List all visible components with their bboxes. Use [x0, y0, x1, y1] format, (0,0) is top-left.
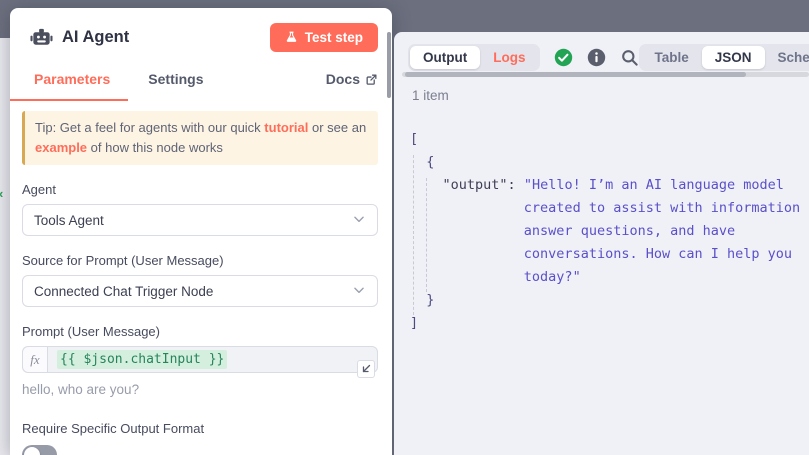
agent-select[interactable]: Tools Agent	[22, 204, 378, 236]
robot-icon	[30, 26, 53, 49]
prompt-source-select[interactable]: Connected Chat Trigger Node	[22, 275, 378, 307]
prompt-expression-input[interactable]: fx {{ $json.chatInput }}	[22, 346, 378, 373]
json-output-view: [ { "output": "Hello! I’m an AI language…	[410, 128, 809, 455]
expression-token: {{ $json.chatInput }}	[57, 350, 227, 369]
output-panel: Output Logs Table JSON Schema	[394, 32, 809, 455]
node-title: AI Agent	[62, 28, 270, 47]
horizontal-scrollbar	[402, 72, 809, 77]
node-settings-panel: AI Agent Test step Parameters Settings D…	[10, 8, 392, 455]
card-vertical-scrollbar[interactable]	[387, 32, 391, 98]
tab-output[interactable]: Output	[410, 46, 480, 69]
output-format-toggle[interactable]	[22, 445, 57, 455]
test-step-button[interactable]: Test step	[270, 23, 378, 52]
resolved-expression-hint: hello, who are you?	[22, 382, 378, 397]
output-panel-header: Output Logs Table JSON Schema	[408, 44, 795, 71]
tab-json[interactable]: JSON	[702, 46, 765, 69]
success-check-icon	[554, 48, 573, 67]
chevron-down-icon	[352, 212, 366, 229]
tab-table[interactable]: Table	[641, 46, 701, 69]
tab-parameters[interactable]: Parameters	[34, 71, 110, 87]
horizontal-scrollbar-thumb[interactable]	[405, 72, 746, 77]
tab-settings[interactable]: Settings	[148, 71, 203, 87]
info-icon[interactable]	[587, 48, 606, 67]
toggle-knob	[24, 447, 40, 455]
expand-expression-button[interactable]	[357, 360, 375, 378]
tip-callout: Tip: Get a feel for agents with our quic…	[22, 111, 378, 165]
tab-logs[interactable]: Logs	[480, 46, 538, 69]
docs-link[interactable]: Docs	[326, 71, 378, 87]
indent-guide	[426, 178, 427, 292]
output-format-label: Require Specific Output Format	[22, 421, 378, 436]
external-link-icon	[365, 73, 378, 86]
canvas-edge-strip: ‹	[0, 38, 10, 455]
json-code: [ { "output": "Hello! I’m an AI language…	[410, 128, 809, 335]
items-count: 1 item	[412, 88, 449, 103]
result-mode-switch: Output Logs	[408, 44, 540, 71]
agent-field-label: Agent	[22, 182, 378, 197]
view-mode-switch: Table JSON Schema	[639, 44, 809, 71]
node-header: AI Agent Test step	[22, 22, 378, 52]
prompt-source-label: Source for Prompt (User Message)	[22, 253, 378, 268]
flask-icon	[285, 30, 298, 44]
node-tabs: Parameters Settings Docs	[22, 66, 378, 92]
active-tab-underline	[10, 99, 128, 102]
example-link[interactable]: example	[35, 140, 87, 155]
prompt-field-label: Prompt (User Message)	[22, 324, 378, 339]
fx-badge: fx	[23, 347, 48, 372]
tab-schema[interactable]: Schema	[765, 46, 809, 69]
input-connection-icon: ‹	[0, 186, 3, 201]
search-icon[interactable]	[620, 48, 639, 67]
tutorial-link[interactable]: tutorial	[264, 120, 308, 135]
indent-guide	[413, 155, 414, 315]
chevron-down-icon	[352, 283, 366, 300]
